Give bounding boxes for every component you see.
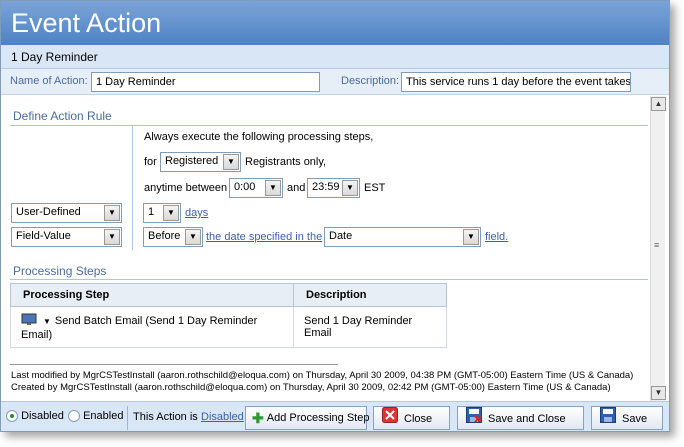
time-start-value: 0:00 bbox=[234, 181, 256, 193]
chevron-down-icon: ▼ bbox=[342, 180, 358, 196]
add-processing-step-button[interactable]: ✚ Add Processing Step bbox=[245, 406, 370, 430]
action-subtitle: 1 Day Reminder bbox=[1, 45, 669, 69]
registrant-type-value: Registered bbox=[165, 155, 219, 167]
before-after-select[interactable]: Before ▼ bbox=[143, 227, 203, 247]
enabled-radio[interactable] bbox=[68, 410, 80, 423]
add-step-label: Add Processing Step bbox=[266, 412, 370, 424]
date-field-value: Date bbox=[329, 230, 353, 242]
enabled-label: Enabled bbox=[83, 410, 124, 422]
table-header-row: Processing Step Description bbox=[10, 283, 447, 307]
and-label: and bbox=[287, 182, 306, 194]
chevron-down-icon: ▼ bbox=[185, 229, 201, 245]
chevron-down-icon: ▼ bbox=[265, 180, 281, 196]
status-prefix: This Action is bbox=[133, 411, 198, 423]
column-header-step: Processing Step bbox=[10, 283, 294, 307]
disabled-radio[interactable] bbox=[6, 410, 18, 423]
rule-condition-select[interactable]: Field-Value ▼ bbox=[11, 227, 122, 247]
step-description-cell: Send 1 Day Reminder Email bbox=[293, 306, 447, 348]
scroll-down-icon[interactable]: ▼ bbox=[651, 386, 666, 400]
save-icon bbox=[600, 407, 616, 431]
processing-divider bbox=[10, 279, 648, 280]
chevron-down-icon: ▼ bbox=[104, 229, 120, 245]
close-button[interactable]: Close bbox=[373, 406, 450, 430]
rule-vertical-divider bbox=[132, 126, 133, 250]
column-header-description: Description bbox=[293, 283, 447, 307]
name-label: Name of Action: bbox=[10, 75, 88, 87]
day-count-value: 1 bbox=[148, 206, 155, 218]
monitor-icon bbox=[21, 313, 37, 329]
rule-type-select[interactable]: User-Defined ▼ bbox=[11, 203, 122, 223]
vertical-scrollbar[interactable]: ▲ ≡ ▼ bbox=[650, 96, 666, 401]
enabled-radio-group[interactable]: Enabled bbox=[68, 410, 124, 423]
step-name: Send Batch Email (Send 1 Day Reminder Em… bbox=[21, 314, 258, 341]
plus-icon: ✚ bbox=[252, 410, 264, 427]
chevron-down-icon: ▼ bbox=[104, 205, 120, 221]
time-end-select[interactable]: 23:59 ▼ bbox=[307, 178, 360, 198]
event-action-window: Event Action 1 Day Reminder Name of Acti… bbox=[0, 0, 670, 432]
created-text: Created by MgrCSTestInstall (aaron.roths… bbox=[11, 382, 611, 393]
time-end-value: 23:59 bbox=[312, 181, 340, 193]
time-start-select[interactable]: 0:00 ▼ bbox=[229, 178, 283, 198]
table-row[interactable]: ▼ Send Batch Email (Send 1 Day Reminder E… bbox=[10, 306, 447, 348]
scroll-up-icon[interactable]: ▲ bbox=[651, 97, 666, 111]
save-close-label: Save and Close bbox=[488, 412, 566, 425]
save-and-close-button[interactable]: Save and Close bbox=[457, 406, 584, 430]
step-cell[interactable]: ▼ Send Batch Email (Send 1 Day Reminder E… bbox=[10, 306, 294, 348]
description-input[interactable]: This service runs 1 day before the event… bbox=[401, 72, 631, 92]
date-field-select[interactable]: Date ▼ bbox=[324, 227, 481, 247]
footer-toolbar: Disabled Enabled This Action is Disabled… bbox=[1, 401, 669, 431]
chevron-down-icon: ▼ bbox=[223, 154, 239, 170]
last-modified-text: Last modified by MgrCSTestInstall (aaron… bbox=[11, 370, 634, 381]
before-after-value: Before bbox=[148, 230, 181, 242]
anytime-between-label: anytime between bbox=[144, 182, 228, 194]
define-rule-title: Define Action Rule bbox=[13, 109, 112, 123]
for-label: for bbox=[144, 156, 157, 168]
days-link[interactable]: days bbox=[185, 207, 208, 219]
disabled-radio-group[interactable]: Disabled bbox=[6, 410, 64, 423]
processing-steps-table: Processing Step Description ▼ Send Batch … bbox=[10, 283, 447, 348]
status-link[interactable]: Disabled bbox=[201, 411, 244, 423]
caret-down-icon[interactable]: ▼ bbox=[43, 317, 51, 326]
name-description-bar: Name of Action: 1 Day Reminder Descripti… bbox=[1, 69, 669, 95]
rule-divider bbox=[10, 125, 648, 126]
registrants-only-text: Registrants only, bbox=[245, 156, 327, 168]
disabled-label: Disabled bbox=[21, 410, 64, 422]
rule-condition-value: Field-Value bbox=[16, 230, 71, 242]
registrant-type-select[interactable]: Registered ▼ bbox=[160, 152, 241, 172]
name-input[interactable]: 1 Day Reminder bbox=[91, 72, 320, 92]
audit-divider bbox=[10, 364, 338, 365]
day-count-select[interactable]: 1 ▼ bbox=[143, 203, 181, 223]
scroll-grip-icon[interactable]: ≡ bbox=[654, 240, 659, 250]
close-icon bbox=[382, 407, 398, 431]
chevron-down-icon: ▼ bbox=[463, 229, 479, 245]
save-close-icon bbox=[466, 407, 482, 431]
chevron-down-icon: ▼ bbox=[163, 205, 179, 221]
footer-separator bbox=[127, 406, 128, 430]
timezone-label: EST bbox=[364, 182, 386, 194]
save-label: Save bbox=[622, 412, 648, 425]
date-specified-link[interactable]: the date specified in the bbox=[206, 231, 322, 243]
window-title: Event Action bbox=[1, 1, 669, 45]
processing-steps-title: Processing Steps bbox=[13, 264, 107, 278]
always-execute-text: Always execute the following processing … bbox=[144, 131, 374, 143]
description-label: Description: bbox=[341, 75, 400, 87]
content-scroll-pane: Define Action Rule Always execute the fo… bbox=[1, 96, 669, 401]
close-label: Close bbox=[404, 412, 433, 425]
rule-type-value: User-Defined bbox=[16, 206, 81, 218]
save-button[interactable]: Save bbox=[591, 406, 663, 430]
field-link[interactable]: field. bbox=[485, 231, 508, 243]
